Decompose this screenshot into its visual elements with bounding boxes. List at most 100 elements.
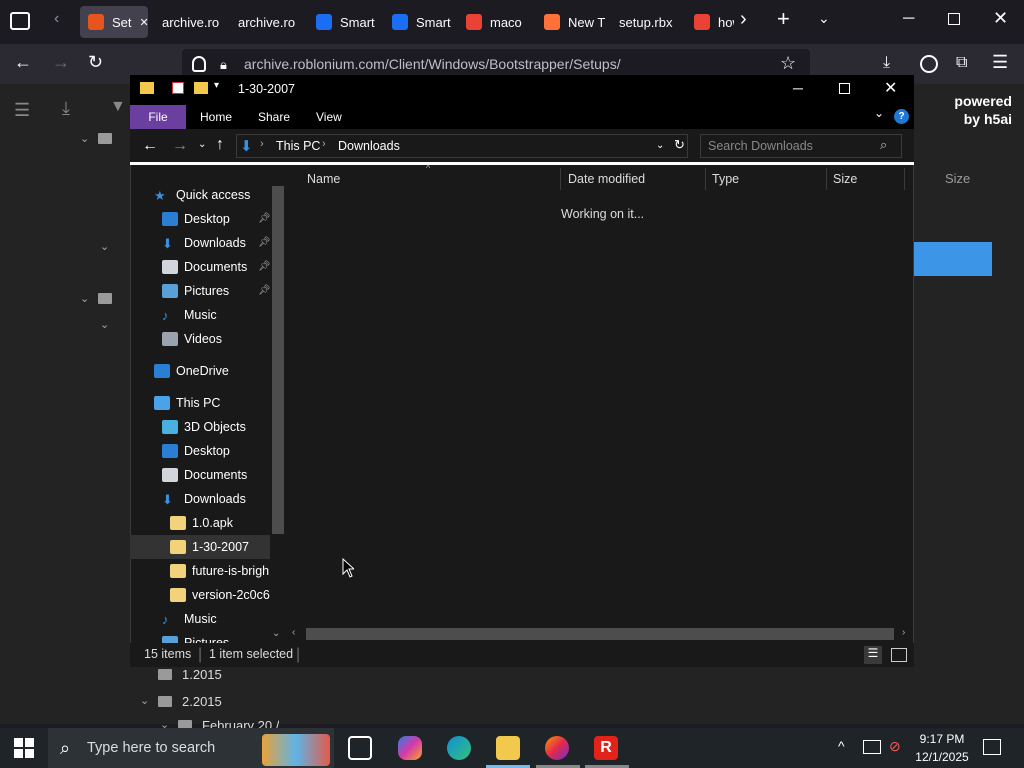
- nav-item[interactable]: ♪ Music: [130, 303, 270, 327]
- browser-tab[interactable]: how: [694, 6, 734, 38]
- tree-toggle-icon[interactable]: ⌄: [100, 240, 109, 253]
- nav-item[interactable]: This PC: [130, 391, 270, 415]
- breadcrumb-this-pc[interactable]: This PC: [276, 139, 320, 153]
- bookmark-star-icon[interactable]: ☆: [780, 53, 796, 74]
- search-icon[interactable]: ⌕: [880, 137, 887, 153]
- scroll-down-icon[interactable]: ⌄: [272, 628, 280, 639]
- nav-item[interactable]: ★ Quick access: [130, 183, 270, 207]
- column-divider[interactable]: [904, 168, 905, 190]
- extensions-icon[interactable]: ⧉: [956, 54, 967, 72]
- expand-ribbon-icon[interactable]: ⌄: [874, 106, 884, 120]
- minimize-button[interactable]: ─: [793, 80, 803, 96]
- nav-item[interactable]: ⬇ Downloads: [130, 487, 270, 511]
- highlighted-row[interactable]: [914, 242, 992, 276]
- column-divider[interactable]: [705, 168, 706, 190]
- new-tab-button[interactable]: +: [777, 6, 790, 32]
- quick-access-toolbar-dropdown-icon[interactable]: ▾: [214, 80, 219, 91]
- network-icon[interactable]: [863, 740, 881, 754]
- breadcrumb-separator-icon[interactable]: ›: [260, 138, 264, 150]
- scroll-tabs-left-icon[interactable]: ‹: [54, 10, 59, 28]
- task-view-icon[interactable]: [348, 736, 372, 760]
- browser-tab[interactable]: archive.ro: [238, 6, 308, 38]
- page-filter-icon[interactable]: ▼: [110, 98, 126, 116]
- close-tab-icon[interactable]: ✕: [140, 16, 148, 29]
- minimize-window-button[interactable]: ─: [903, 10, 914, 28]
- nav-item[interactable]: Pictures: [130, 631, 270, 643]
- downloads-icon[interactable]: ⤓: [883, 54, 890, 72]
- close-button[interactable]: ✕: [884, 78, 897, 98]
- tab-file[interactable]: File: [130, 105, 186, 129]
- breadcrumb-downloads[interactable]: Downloads: [338, 139, 400, 153]
- volume-muted-icon[interactable]: ⊘: [889, 738, 901, 755]
- tab-overview-icon[interactable]: [10, 12, 30, 30]
- tree-item[interactable]: 2.2015: [182, 694, 222, 709]
- back-button[interactable]: ←: [14, 52, 32, 73]
- restore-window-button[interactable]: [948, 13, 960, 25]
- firefox-icon[interactable]: [545, 736, 569, 760]
- nav-item[interactable]: 3D Objects: [130, 415, 270, 439]
- new-folder-icon[interactable]: [194, 82, 208, 94]
- notification-center-icon[interactable]: [983, 739, 1001, 755]
- column-header-date-modified[interactable]: Date modified: [568, 172, 645, 186]
- up-arrow-icon[interactable]: ↑: [216, 136, 224, 154]
- nav-item[interactable]: ♪ Music: [130, 607, 270, 631]
- nav-item[interactable]: future-is-brigh: [130, 559, 270, 583]
- column-header-name[interactable]: Name: [307, 172, 340, 186]
- tracking-protection-icon[interactable]: [192, 56, 206, 72]
- back-arrow-icon[interactable]: ←: [142, 137, 158, 155]
- column-divider[interactable]: [560, 168, 561, 190]
- tree-toggle-icon[interactable]: ⌄: [100, 318, 109, 331]
- recent-locations-icon[interactable]: ⌄: [198, 139, 206, 150]
- nav-item[interactable]: Pictures: [130, 279, 270, 303]
- tree-item[interactable]: February 20 /: [202, 718, 279, 728]
- browser-tab[interactable]: Smart: [316, 6, 382, 38]
- browser-tab[interactable]: Smart: [392, 6, 458, 38]
- nav-item[interactable]: Videos: [130, 327, 270, 351]
- nav-item[interactable]: ⬇ Downloads: [130, 231, 270, 255]
- browser-tab[interactable]: Set ✕: [80, 6, 148, 38]
- search-highlight-image[interactable]: [262, 734, 330, 766]
- size-column-header[interactable]: Size: [945, 171, 970, 186]
- show-hidden-icons-icon[interactable]: ^: [838, 738, 845, 754]
- tab-share[interactable]: Share: [258, 110, 290, 124]
- nav-item[interactable]: Desktop: [130, 207, 270, 231]
- browser-tab[interactable]: New T: [544, 6, 610, 38]
- address-dropdown-icon[interactable]: ⌄: [656, 140, 664, 151]
- breadcrumb-separator-icon[interactable]: ›: [322, 138, 326, 150]
- scrollbar-thumb[interactable]: [272, 186, 284, 534]
- nav-item[interactable]: version-2c0c65: [130, 583, 270, 607]
- large-icons-view-icon[interactable]: [891, 648, 907, 662]
- horizontal-scrollbar-thumb[interactable]: [306, 628, 894, 640]
- start-button[interactable]: [14, 738, 34, 758]
- nav-item[interactable]: OneDrive: [130, 359, 270, 383]
- nav-item[interactable]: Desktop: [130, 439, 270, 463]
- nav-item[interactable]: 1-30-2007: [130, 535, 270, 559]
- menu-icon[interactable]: ☰: [992, 52, 1008, 73]
- roblox-studio-icon[interactable]: R: [594, 736, 618, 760]
- tree-item[interactable]: 1.2015: [182, 667, 222, 682]
- file-explorer-icon[interactable]: [496, 736, 520, 760]
- account-icon[interactable]: [920, 55, 938, 73]
- nav-item[interactable]: Documents: [130, 463, 270, 487]
- tree-toggle-icon[interactable]: ⌄: [80, 292, 89, 305]
- reload-button[interactable]: ↻: [88, 52, 103, 73]
- refresh-icon[interactable]: ↻: [674, 137, 685, 153]
- page-menu-icon[interactable]: ☰: [14, 100, 30, 121]
- scroll-tabs-right-icon[interactable]: ›: [740, 8, 747, 31]
- column-divider[interactable]: [826, 168, 827, 190]
- page-download-icon[interactable]: ⤓: [62, 98, 70, 119]
- copilot-icon[interactable]: [398, 736, 422, 760]
- tree-toggle-icon[interactable]: ⌄: [140, 694, 149, 707]
- close-window-button[interactable]: ✕: [993, 8, 1008, 29]
- tree-toggle-icon[interactable]: ⌄: [80, 132, 89, 145]
- tab-home[interactable]: Home: [200, 110, 232, 124]
- forward-arrow-icon[interactable]: →: [172, 137, 188, 155]
- clock-date[interactable]: 12/1/2025: [909, 750, 975, 764]
- column-header-size[interactable]: Size: [833, 172, 857, 186]
- nav-item[interactable]: 1.0.apk: [130, 511, 270, 535]
- url-text[interactable]: archive.roblonium.com/Client/Windows/Boo…: [244, 56, 621, 72]
- column-header-type[interactable]: Type: [712, 172, 739, 186]
- browser-tab[interactable]: maco: [466, 6, 532, 38]
- maximize-button[interactable]: [839, 83, 850, 94]
- browser-tab[interactable]: archive.ro: [162, 6, 232, 38]
